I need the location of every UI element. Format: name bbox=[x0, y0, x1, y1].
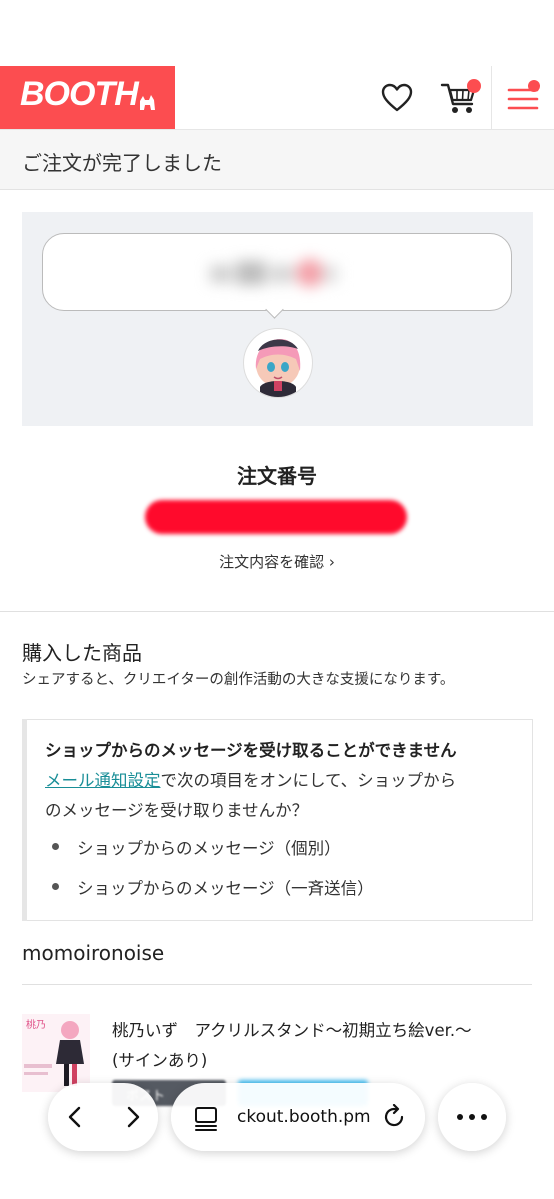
shop-divider bbox=[22, 984, 532, 985]
menu-badge-dot bbox=[528, 80, 540, 92]
item-title-line-2[interactable]: (サインあり) bbox=[112, 1047, 207, 1071]
blurred-message bbox=[210, 259, 338, 287]
item-thumbnail-image: 桃乃 bbox=[22, 1014, 90, 1092]
reload-icon[interactable] bbox=[381, 1104, 407, 1130]
svg-text:桃乃: 桃乃 bbox=[26, 1018, 46, 1031]
header-divider bbox=[491, 66, 492, 129]
section-divider bbox=[0, 611, 554, 612]
url-text: ckout.booth.pm bbox=[237, 1107, 371, 1127]
item-thumbnail[interactable]: 桃乃 bbox=[22, 1014, 90, 1092]
back-icon[interactable] bbox=[64, 1105, 88, 1129]
order-number-label: 注文番号 bbox=[237, 464, 317, 488]
creator-avatar-image bbox=[255, 339, 301, 397]
page-title: ご注文が完了しました bbox=[22, 151, 222, 175]
browser-more-button[interactable] bbox=[438, 1083, 506, 1151]
forward-icon[interactable] bbox=[120, 1105, 144, 1129]
order-details-link[interactable]: 注文内容を確認 › bbox=[0, 551, 554, 572]
notice-option-individual: ショップからのメッセージ（個別） bbox=[77, 839, 341, 858]
purchased-items-heading: 購入した商品 bbox=[22, 641, 142, 665]
heart-icon[interactable] bbox=[381, 83, 413, 113]
notice-line-1-text: で次の項目をオンにして、ショップから bbox=[160, 771, 457, 790]
bullet-dot bbox=[52, 883, 59, 890]
browser-address-bar[interactable]: ckout.booth.pm bbox=[171, 1083, 425, 1151]
booth-logo[interactable]: BOOTH bbox=[0, 66, 175, 129]
notice-line-2: のメッセージを受け取りませんか？ bbox=[45, 801, 309, 820]
mail-notification-settings-link[interactable]: メール通知設定 bbox=[45, 771, 161, 790]
creator-avatar bbox=[243, 328, 313, 398]
notice-line-1: メール通知設定で次の項目をオンにして、ショップから bbox=[45, 767, 456, 791]
logo-text: BOOTH bbox=[20, 75, 139, 113]
page-title-bar: ご注文が完了しました bbox=[0, 130, 554, 190]
tabs-icon[interactable] bbox=[193, 1105, 219, 1131]
logo-mascot-icon bbox=[140, 95, 155, 110]
shop-name[interactable]: momoironoise bbox=[22, 941, 164, 965]
item-title[interactable]: 桃乃いず アクリルスタンド〜初期立ち絵ver.〜 bbox=[112, 1017, 472, 1041]
bullet-dot bbox=[52, 843, 59, 850]
order-number-redacted bbox=[145, 500, 407, 534]
more-icon[interactable] bbox=[456, 1113, 488, 1121]
purchased-items-subtitle: シェアすると、クリエイターの創作活動の大きな支援になります。 bbox=[22, 672, 455, 688]
notice-option-broadcast: ショップからのメッセージ（一斉送信） bbox=[77, 879, 374, 898]
notice-title: ショップからのメッセージを受け取ることができません bbox=[45, 741, 457, 760]
notice-accent-bar bbox=[22, 719, 27, 921]
browser-nav-group bbox=[48, 1083, 158, 1151]
cart-badge-dot bbox=[467, 79, 481, 93]
